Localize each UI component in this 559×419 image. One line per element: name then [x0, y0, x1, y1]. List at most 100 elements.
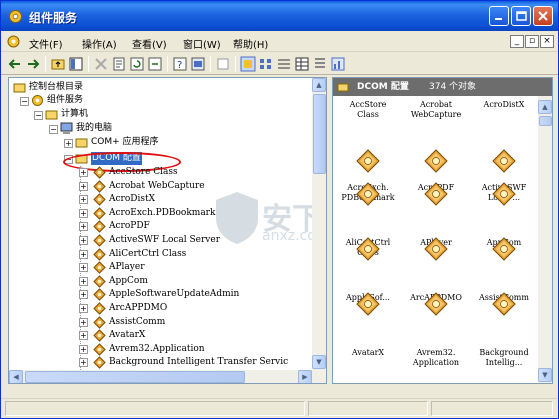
- tree-label: COM+ 应用程序: [91, 137, 159, 147]
- properties-icon[interactable]: [111, 56, 127, 72]
- expand-toggle[interactable]: +: [79, 290, 88, 300]
- maximize-button[interactable]: [511, 6, 531, 26]
- tree-label: AliCertCtrl Class: [109, 248, 187, 259]
- tree-label: AppleSoftwareUpdateAdmin: [109, 289, 240, 300]
- refresh-icon[interactable]: [129, 56, 145, 72]
- back-icon[interactable]: [7, 56, 23, 72]
- mdi-close-button[interactable]: ×: [540, 35, 554, 48]
- mdi-minimize-button[interactable]: _: [510, 35, 524, 48]
- menu-action[interactable]: 操作(A): [82, 36, 117, 51]
- expand-toggle[interactable]: +: [79, 331, 88, 341]
- tree-node-computers[interactable]: 计算机: [45, 108, 245, 121]
- tree-node-component-services[interactable]: 组件服务: [31, 94, 231, 107]
- title-bar[interactable]: 组件服务: [1, 1, 558, 31]
- expand-toggle[interactable]: +: [79, 276, 88, 286]
- tree-node-my-computer[interactable]: 我的电脑: [60, 122, 260, 135]
- tree-node-com-plus-apps[interactable]: COM+ 应用程序: [75, 136, 275, 149]
- console-icon[interactable]: [190, 56, 206, 72]
- dcom-object-item[interactable]: AccStore Class: [333, 100, 403, 120]
- scroll-thumb[interactable]: [539, 116, 552, 126]
- expand-toggle[interactable]: +: [79, 344, 88, 354]
- tree-label: AcroPDF: [109, 221, 150, 232]
- chart-icon[interactable]: [330, 56, 346, 72]
- dcom-app-icon: [93, 302, 106, 315]
- tree-vertical-scrollbar[interactable]: ▲ ▼: [312, 78, 326, 370]
- detail-icon[interactable]: [294, 56, 310, 72]
- tree-node-dcom-item[interactable]: AppCom: [93, 275, 313, 288]
- dcom-object-item[interactable]: Acrobat WebCapture: [401, 100, 471, 120]
- tree-node-console-root[interactable]: 控制台根目录: [13, 81, 213, 94]
- small-icons-icon[interactable]: [258, 56, 274, 72]
- export-icon[interactable]: [147, 56, 163, 72]
- tree-node-dcom-item[interactable]: AssistComm: [93, 315, 313, 329]
- close-button[interactable]: [533, 6, 553, 26]
- item-label-line2: WebCapture: [410, 110, 462, 119]
- tree-node-dcom-item[interactable]: AppleSoftwareUpdateAdmin: [93, 288, 313, 302]
- scroll-down-button[interactable]: ▼: [312, 355, 326, 369]
- collapse-toggle[interactable]: −: [34, 111, 43, 120]
- collapse-toggle[interactable]: −: [20, 97, 29, 106]
- expand-toggle[interactable]: +: [64, 139, 73, 148]
- details-vertical-scrollbar[interactable]: ▲ ▼: [538, 96, 552, 383]
- menu-view[interactable]: 查看(V): [132, 36, 167, 51]
- tree-node-dcom-item[interactable]: AccStore Class: [93, 166, 313, 179]
- large-icons-icon[interactable]: [240, 56, 256, 72]
- expand-toggle[interactable]: +: [79, 181, 88, 191]
- detail2-icon[interactable]: [312, 56, 328, 72]
- scroll-down-button[interactable]: ▼: [538, 368, 552, 382]
- scroll-up-button[interactable]: ▲: [312, 78, 326, 92]
- menu-window[interactable]: 窗口(W): [183, 36, 221, 51]
- expand-toggle[interactable]: +: [79, 168, 88, 177]
- details-pane[interactable]: DCOM 配置 374 个对象 AccStore Class Acrobat WebC…: [332, 77, 553, 384]
- expand-toggle[interactable]: +: [79, 222, 88, 232]
- folder-icon: [13, 83, 26, 93]
- expand-toggle[interactable]: +: [79, 263, 88, 273]
- menu-help[interactable]: 帮助(H): [233, 36, 268, 51]
- expand-toggle[interactable]: +: [79, 195, 88, 205]
- scroll-thumb[interactable]: [313, 94, 326, 174]
- new-window-icon[interactable]: [215, 56, 231, 72]
- scroll-up-button[interactable]: ▲: [538, 100, 552, 114]
- minimize-button[interactable]: [489, 6, 509, 26]
- dcom-app-icon: [492, 182, 516, 206]
- expand-toggle[interactable]: +: [79, 358, 88, 368]
- tree-label: Background Intelligent Transfer Servic: [109, 357, 289, 368]
- mdi-restore-button[interactable]: ▫: [525, 35, 539, 48]
- collapse-toggle[interactable]: −: [49, 125, 58, 134]
- dcom-object-item[interactable]: AvatarX: [333, 348, 403, 358]
- help-icon[interactable]: ?: [172, 56, 188, 72]
- dcom-app-icon: [93, 207, 106, 220]
- tree-pane[interactable]: 控制台根目录 − 组件服务 − 计算机 − 我的电脑 + COM+ 应用程序 −: [8, 77, 327, 384]
- dcom-object-item[interactable]: AcroDistX: [469, 100, 539, 110]
- item-label-line1: AccStore: [349, 100, 387, 109]
- app-menu-icon[interactable]: [6, 34, 21, 49]
- expand-toggle[interactable]: +: [79, 236, 88, 245]
- tree-node-dcom-item[interactable]: AliCertCtrl Class: [93, 247, 313, 261]
- tree-horizontal-scrollbar[interactable]: ◀ ▶: [9, 370, 326, 383]
- expand-toggle[interactable]: +: [79, 208, 88, 218]
- folder-icon: [45, 110, 58, 120]
- up-folder-icon[interactable]: [50, 56, 66, 72]
- expand-toggle[interactable]: +: [79, 317, 88, 327]
- tree-node-dcom-item[interactable]: AvatarX: [93, 329, 313, 342]
- dcom-app-icon: [492, 292, 516, 316]
- delete-icon[interactable]: [93, 56, 109, 72]
- folder-icon: [337, 83, 349, 92]
- tree-node-dcom-item[interactable]: ArcAPPDMO: [93, 302, 313, 315]
- show-hide-tree-icon[interactable]: [68, 56, 84, 72]
- forward-icon[interactable]: [25, 56, 41, 72]
- list-icon[interactable]: [276, 56, 292, 72]
- dcom-object-item[interactable]: Background Intellig...: [469, 348, 539, 368]
- expand-toggle[interactable]: +: [79, 249, 88, 259]
- scroll-thumb[interactable]: [25, 371, 245, 383]
- menu-file[interactable]: 文件(F): [29, 36, 63, 51]
- dcom-object-item[interactable]: Avrem32. Application: [401, 348, 471, 368]
- scroll-left-button[interactable]: ◀: [9, 370, 23, 383]
- tree-label: AccStore Class: [109, 167, 178, 177]
- scroll-right-button[interactable]: ▶: [298, 370, 312, 383]
- expand-toggle[interactable]: +: [79, 304, 88, 313]
- tree-node-dcom-item[interactable]: APlayer: [93, 261, 313, 274]
- tree-node-dcom-item[interactable]: Background Intelligent Transfer Servic: [93, 356, 313, 370]
- dcom-app-icon: [93, 234, 106, 247]
- tree-node-dcom-item[interactable]: Avrem32.Application: [93, 343, 313, 356]
